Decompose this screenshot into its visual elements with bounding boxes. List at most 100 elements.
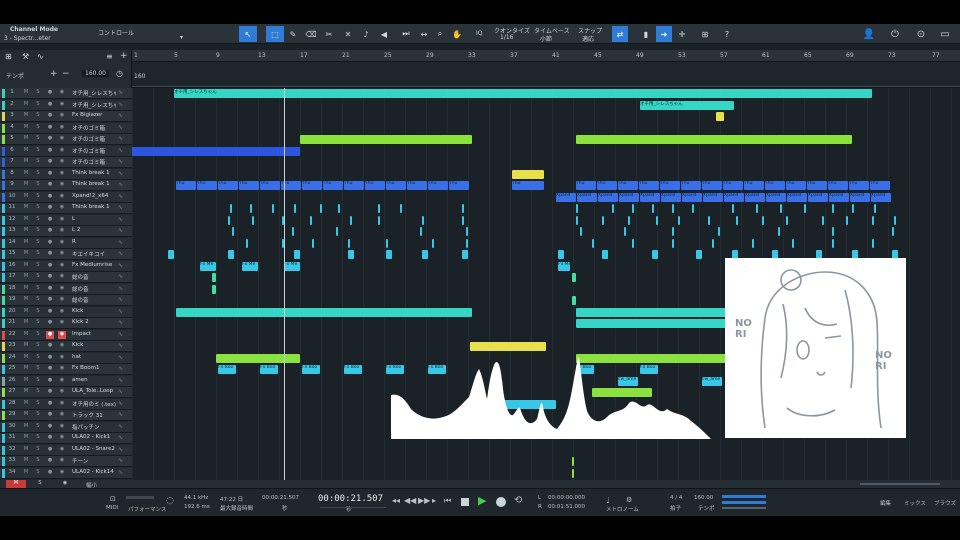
pencil-icon[interactable]: ✎	[287, 26, 299, 42]
clip[interactable]	[778, 227, 780, 236]
mute-button[interactable]: M	[22, 112, 30, 120]
track-row[interactable]: 22 M S ● ◉ Impact ∿	[0, 329, 132, 341]
track-row[interactable]: 3 M S ● ◉ Fx Biglazer ∿	[0, 111, 132, 122]
track-row[interactable]: 31 M S ● ◉ ULA02 - Kick1 ∿	[0, 433, 132, 444]
record-arm-button[interactable]: ●	[46, 319, 54, 327]
mute-button[interactable]: M	[22, 434, 30, 442]
quantize-value[interactable]: 1/16	[500, 34, 513, 41]
track-name[interactable]: R	[72, 239, 116, 245]
position-small[interactable]: 00:00:21.507	[262, 495, 299, 501]
tempo-add-icon[interactable]: +	[50, 69, 58, 79]
clip[interactable]: Thu	[176, 181, 196, 190]
mute-button[interactable]: M	[22, 216, 30, 224]
loop-end[interactable]: 00:01:51.000	[548, 504, 585, 510]
record-arm-button[interactable]: ●	[46, 112, 54, 120]
clip[interactable]: Xpand	[745, 192, 765, 202]
browse-tab[interactable]: ブラウズ	[934, 499, 956, 507]
track-name[interactable]: L	[72, 216, 116, 222]
record-arm-button[interactable]: ●	[46, 469, 54, 477]
solo-button[interactable]: S	[34, 239, 42, 247]
mute-button[interactable]: M	[22, 181, 30, 189]
track-row[interactable]: 27 M S ● ◉ ULA_Tole..Loop ∿	[0, 387, 132, 398]
monitor-button[interactable]: ◉	[58, 135, 66, 143]
clip[interactable]	[422, 215, 424, 225]
mute-button[interactable]: M	[22, 193, 30, 201]
track-name[interactable]: オチのゴミ箱	[72, 158, 116, 166]
record-arm-button[interactable]: ●	[46, 423, 54, 431]
monitor-button[interactable]: ◉	[58, 170, 66, 178]
monitor-button[interactable]: ◉	[58, 204, 66, 212]
grid-icon[interactable]: ⊞	[698, 26, 712, 42]
track-name[interactable]: チーン	[72, 457, 116, 465]
monitor-button[interactable]: ◉	[58, 112, 66, 120]
track-row[interactable]: 34 M S ● ◉ ULA02 - Kick14 ∿	[0, 467, 132, 479]
playhead[interactable]	[284, 88, 285, 480]
clip[interactable]	[652, 204, 654, 213]
zoom-slider[interactable]	[860, 483, 940, 485]
clip[interactable]	[708, 215, 710, 225]
mute-button[interactable]: M	[22, 377, 30, 385]
clip[interactable]	[832, 238, 834, 248]
help-button[interactable]: ?	[720, 26, 734, 42]
clip[interactable]	[572, 273, 576, 282]
arrow-tool-icon[interactable]: ↖	[239, 26, 257, 42]
clip[interactable]	[462, 215, 464, 225]
clip[interactable]	[576, 204, 578, 213]
automation-icon[interactable]: ∿	[118, 262, 123, 269]
clip[interactable]	[572, 457, 574, 466]
clip[interactable]	[572, 296, 576, 305]
clip[interactable]	[576, 135, 852, 144]
clip[interactable]	[576, 307, 726, 317]
record-arm-button[interactable]: ●	[46, 457, 54, 465]
automation-icon[interactable]: ∿	[118, 89, 123, 96]
track-row[interactable]: 1 MS ● ◉ オチ用_シレスちゃん∿	[0, 88, 132, 99]
track-row[interactable]: 11 M S ● ◉ Think break 1 ∿	[0, 203, 132, 214]
track-name[interactable]: Kick	[72, 308, 116, 314]
monitor-button[interactable]: ◉	[58, 250, 66, 258]
record-arm-button[interactable]: ●	[46, 204, 54, 212]
monitor-button[interactable]: ◉	[58, 308, 66, 316]
monitor-icon[interactable]: ◉	[55, 480, 75, 488]
clip[interactable]: Xpand	[703, 192, 723, 202]
signature[interactable]: 4 / 4	[670, 495, 682, 501]
clip[interactable]	[462, 250, 468, 259]
track-name[interactable]: Kick	[72, 342, 116, 348]
m-button[interactable]: M	[6, 480, 26, 488]
stop-icon[interactable]	[461, 498, 469, 506]
clip[interactable]	[294, 204, 296, 213]
track-name[interactable]: ULA02 - Kick14	[72, 469, 116, 475]
automation-icon[interactable]: ∿	[118, 400, 123, 407]
clip[interactable]: Thu	[218, 181, 238, 190]
clip[interactable]	[628, 215, 630, 225]
clip[interactable]	[756, 204, 758, 213]
clip[interactable]	[212, 273, 216, 282]
loop-start[interactable]: 00:00:00.000	[548, 495, 585, 501]
clip[interactable]: Thu	[681, 181, 701, 190]
mute-button[interactable]: M	[22, 354, 30, 362]
track-row[interactable]: 30 M S ● ◉ 指パッチン ∿	[0, 421, 132, 433]
track-name[interactable]: オチ用_シレスちゃん 2	[72, 101, 116, 109]
clip[interactable]: Thu	[365, 181, 385, 190]
automation-icon[interactable]: ∿	[118, 354, 123, 361]
track-row[interactable]: 18 M S ● ◉ 総の音 ∿	[0, 283, 132, 295]
clip[interactable]	[718, 227, 720, 236]
mute-button[interactable]: M	[22, 388, 30, 396]
automation-icon[interactable]: ∿	[118, 216, 123, 223]
automation-icon[interactable]: ∿	[118, 308, 123, 315]
track-name[interactable]: オチ用のミ (.tex)	[72, 400, 116, 408]
record-arm-button[interactable]: ●	[46, 158, 54, 166]
track-row[interactable]: 24 M S ● ◉ hat ∿	[0, 352, 132, 364]
automation-icon[interactable]: ∿	[118, 469, 123, 476]
track-row[interactable]: 6 M S ● ◉ オチのゴミ箱 ∿	[0, 145, 132, 157]
track-row[interactable]: 14 M S ● ◉ R ∿	[0, 237, 132, 249]
add-track-icon[interactable]: ⊞	[5, 52, 12, 61]
clip[interactable]	[292, 227, 294, 236]
mode-title[interactable]: Channel Mode	[10, 26, 58, 33]
track-name[interactable]: オチのゴミ箱	[72, 124, 116, 132]
clip[interactable]	[602, 250, 608, 259]
add-icon[interactable]: +	[120, 51, 128, 61]
automation-icon[interactable]: ∿	[118, 193, 123, 200]
clip[interactable]: Fx Boo	[260, 365, 278, 374]
rewind-start-icon[interactable]: ◂◂	[392, 496, 400, 505]
solo-button[interactable]: S	[34, 354, 42, 362]
